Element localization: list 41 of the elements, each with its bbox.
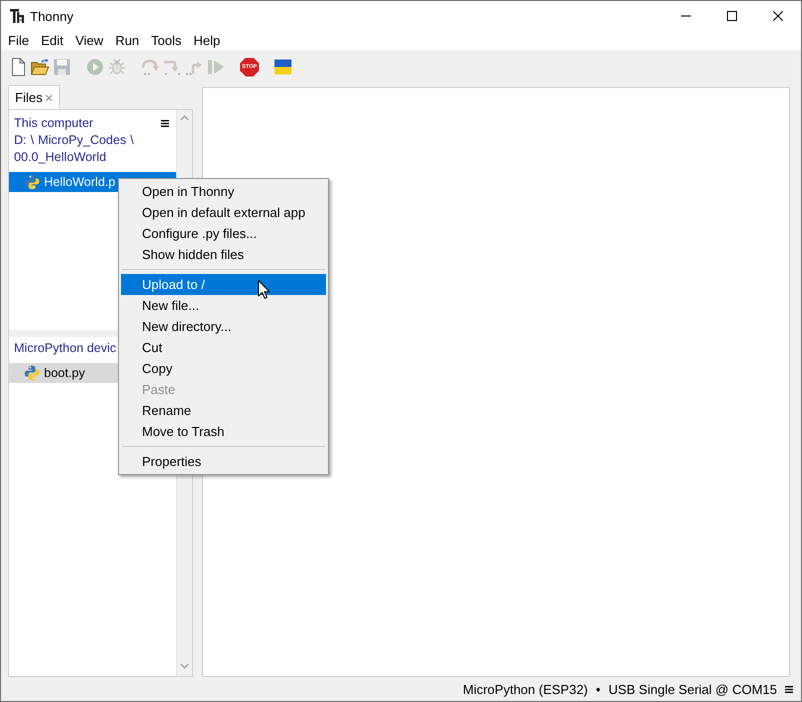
context-menu-item[interactable]: Show hidden files [121, 244, 326, 265]
context-menu-item[interactable]: Properties [121, 451, 326, 472]
context-menu-item[interactable]: Rename [121, 400, 326, 421]
app-logo-icon [10, 9, 24, 23]
path-link[interactable]: MicroPy_Codes [38, 132, 126, 149]
menu-item[interactable]: File [2, 31, 35, 50]
menu-item[interactable]: Help [188, 31, 226, 50]
mouse-pointer-icon [258, 280, 270, 299]
context-menu-item[interactable]: Configure .py files... [121, 223, 326, 244]
context-menu-item[interactable]: Open in default external app [121, 202, 326, 223]
menu-item[interactable]: Edit [34, 31, 70, 50]
context-menu-item[interactable]: Cut [121, 337, 326, 358]
path-separator: \ [30, 132, 34, 149]
status-separator: • [596, 682, 600, 696]
close-icon[interactable] [773, 11, 783, 21]
section-title: This computer [14, 116, 94, 130]
window-title: Thonny [30, 8, 74, 24]
menu-icon[interactable] [161, 120, 169, 127]
menu-item[interactable]: View [69, 31, 110, 50]
path-separator: \ [130, 132, 134, 149]
interpreter-label[interactable]: MicroPython (ESP32) [462, 682, 588, 696]
python-file-icon [24, 174, 40, 190]
context-menu-item[interactable]: Upload to / [121, 274, 326, 295]
context-menu-item[interactable]: New file... [121, 295, 326, 316]
chevron-up-icon[interactable] [180, 115, 189, 121]
maximize-icon[interactable] [727, 11, 737, 21]
python-file-icon [24, 365, 40, 381]
path-link[interactable]: 00.0_HelloWorld [14, 149, 106, 166]
folder-icon[interactable] [31, 58, 49, 76]
section-title: MicroPython devic [14, 341, 116, 355]
document-icon[interactable] [9, 58, 27, 76]
menu-item[interactable]: Tools [145, 31, 188, 50]
menu-item[interactable]: Run [109, 31, 146, 50]
path-link[interactable]: D: [14, 132, 26, 149]
port-label[interactable]: USB Single Serial @ COM15 [608, 682, 777, 696]
context-menu-item[interactable]: Move to Trash [121, 421, 326, 442]
menu-icon[interactable] [785, 686, 793, 692]
chevron-down-icon[interactable] [180, 663, 189, 669]
context-menu-item[interactable]: New directory... [121, 316, 326, 337]
files-tab[interactable]: Files [8, 85, 60, 109]
flag-icon[interactable] [274, 58, 292, 76]
